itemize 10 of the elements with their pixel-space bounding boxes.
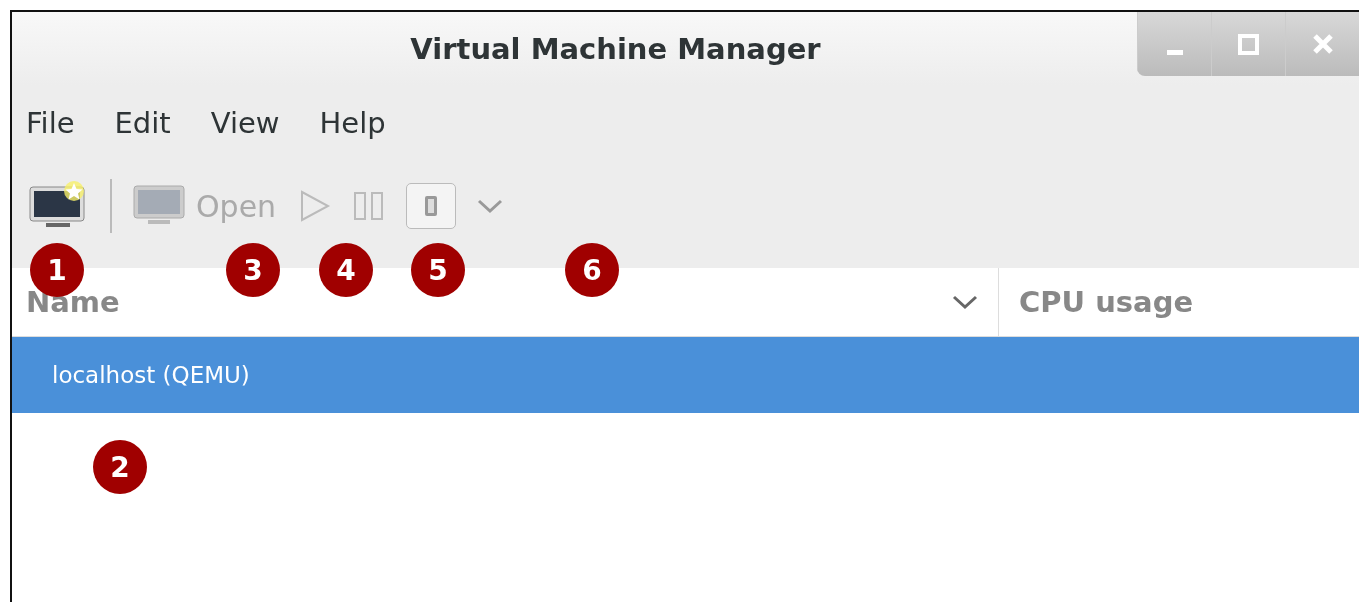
switch-icon (424, 195, 439, 217)
caret-icon (952, 294, 978, 310)
menu-item[interactable]: Edit (114, 105, 171, 140)
menu-item[interactable]: File (26, 105, 75, 140)
window-title: Virtual Machine Manager (410, 31, 821, 66)
shutdown-button[interactable] (406, 183, 457, 229)
menu-item[interactable]: View (210, 105, 280, 140)
menu-item[interactable]: Help (319, 105, 386, 140)
close-icon (1311, 33, 1334, 55)
column-header[interactable]: CPU usage (998, 268, 1194, 336)
